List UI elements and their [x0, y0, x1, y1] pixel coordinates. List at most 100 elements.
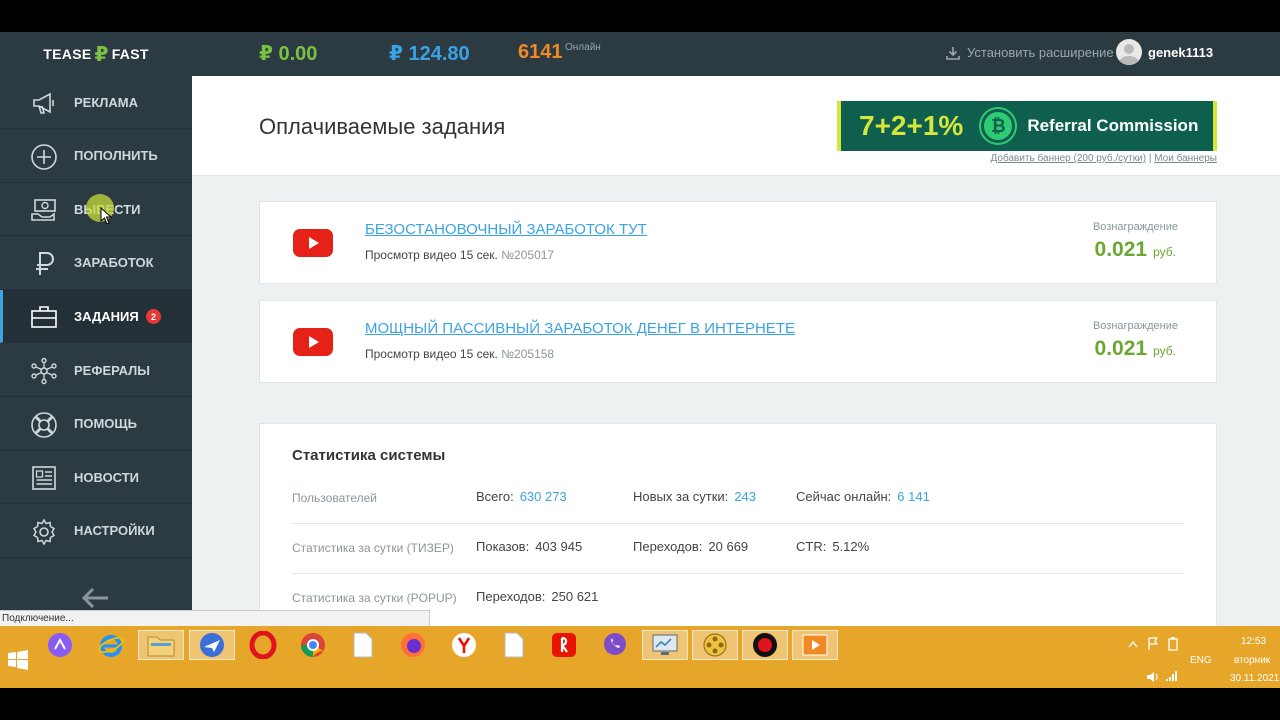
stats-cell: CTR: 5.12%	[796, 539, 869, 554]
sidebar-item-deposit[interactable]: ПОПОЛНИТЬ	[0, 130, 192, 183]
taskbar-file[interactable]	[340, 630, 386, 660]
sidebar-item-label: ЗАДАНИЯ	[74, 308, 139, 324]
taskbar-app[interactable]	[189, 630, 235, 660]
stats-cell: Сейчас онлайн: 6 141	[796, 489, 930, 504]
flag-icon[interactable]	[1147, 637, 1159, 650]
taskbar-media[interactable]	[692, 630, 738, 660]
avatar	[1116, 39, 1142, 65]
add-banner-link[interactable]: Добавить баннер (200 руб./сутки)	[991, 153, 1147, 164]
reward-label: Вознаграждение	[1092, 221, 1178, 233]
keyboard-language[interactable]: ENG	[1190, 655, 1212, 666]
taskbar-alice[interactable]	[37, 630, 83, 660]
collapse-sidebar-arrow-icon[interactable]	[80, 586, 110, 610]
username: genek1113	[1148, 44, 1214, 60]
bitcoin-icon: ₿	[981, 109, 1016, 143]
reward-value: 0.021	[1094, 238, 1148, 261]
taskbar-yandex-browser[interactable]	[441, 630, 487, 660]
tray-expand-icon[interactable]	[1128, 640, 1138, 648]
video-editor-icon	[802, 634, 828, 656]
install-extension-label: Установить расширение	[967, 45, 1114, 60]
sidebar-item-help[interactable]: ПОМОЩЬ	[0, 398, 192, 451]
referral-banner[interactable]: 7+2+1% ₿ Referral Commission	[837, 101, 1217, 151]
monitor-icon	[652, 634, 678, 655]
internet-explorer-icon	[98, 635, 124, 657]
sidebar-item-settings[interactable]: НАСТРОЙКИ	[0, 505, 192, 558]
sidebar-item-tasks[interactable]: ЗАДАНИЯ 2	[0, 290, 192, 344]
taskbar-yandex[interactable]	[541, 630, 587, 660]
sidebar-item-label: ЗАРАБОТОК	[74, 255, 154, 271]
task-card: БЕЗОСТАНОВОЧНЫЙ ЗАРАБОТОК ТУТ Просмотр в…	[259, 201, 1217, 284]
sidebar-item-label: РЕКЛАМА	[74, 94, 139, 110]
sidebar-item-label: НАСТРОЙКИ	[74, 523, 155, 539]
youtube-icon	[293, 229, 333, 257]
reward-currency: руб.	[1153, 344, 1176, 358]
stats-label: Всего:	[476, 489, 514, 504]
stats-row-teaser: Статистика за сутки (ТИЗЕР) Показов: 403 …	[292, 524, 1184, 574]
taskbar-viber[interactable]	[592, 630, 638, 660]
reward-amount: 0.021 руб.	[1095, 337, 1176, 361]
viber-icon	[604, 633, 626, 655]
tasks-count-badge: 2	[146, 309, 161, 325]
taskbar-monitor[interactable]	[642, 630, 688, 660]
youtube-icon	[293, 328, 333, 356]
network-icon	[31, 357, 57, 385]
network-signal-icon[interactable]	[1165, 670, 1179, 682]
logo-ruble-icon: ₽	[94, 43, 109, 66]
newspaper-icon	[32, 466, 56, 490]
reward-currency: руб.	[1153, 245, 1176, 259]
reward-amount: 0.021 руб.	[1095, 238, 1176, 262]
main-balance: ₽ 0.00	[259, 43, 318, 65]
sidebar-item-news[interactable]: НОВОСТИ	[0, 451, 192, 505]
taskbar-video-editor[interactable]	[792, 630, 838, 660]
yandex-browser-icon	[452, 633, 476, 657]
taskbar-firefox[interactable]	[390, 630, 436, 660]
stats-category: Пользователей	[292, 491, 377, 505]
megaphone-icon	[33, 92, 54, 114]
stats-row-users: Пользователей Всего: 630 273 Новых за сут…	[292, 474, 1184, 524]
battery-icon[interactable]	[1166, 637, 1180, 651]
reward-label: Вознаграждение	[1092, 320, 1178, 332]
stats-label: Новых за сутки:	[633, 489, 729, 504]
taskbar-ie[interactable]	[88, 630, 134, 660]
browser-status-bar: Подключение...	[0, 610, 430, 626]
taskbar-recorder[interactable]	[742, 630, 788, 660]
plane-app-icon	[200, 633, 224, 657]
plus-circle-icon	[31, 143, 57, 170]
taskbar-explorer[interactable]	[138, 630, 184, 660]
task-title-link[interactable]: БЕЗОСТАНОВОЧНЫЙ ЗАРАБОТОК ТУТ	[365, 221, 647, 238]
letterbox-bottom	[0, 688, 1280, 720]
film-reel-icon	[703, 633, 727, 657]
sidebar-item-referrals[interactable]: РЕФЕРАЛЫ	[0, 344, 192, 397]
taskbar-file-2[interactable]	[491, 630, 537, 660]
site-logo[interactable]: TEASE ₽ FAST	[0, 32, 192, 76]
app-root: TEASE ₽ FAST ₽ 0.00 ₽ 124.80 6141 Онлайн…	[0, 0, 1280, 720]
sidebar-item-label: РЕФЕРАЛЫ	[74, 362, 151, 378]
stats-category: Статистика за сутки (POPUP)	[292, 591, 457, 605]
task-card: МОЩНЫЙ ПАССИВНЫЙ ЗАРАБОТОК ДЕНЕГ В ИНТЕР…	[259, 300, 1217, 383]
briefcase-icon	[31, 306, 57, 329]
stats-cell: Переходов: 20 669	[633, 539, 748, 554]
stats-value: 250 621	[551, 589, 599, 604]
install-extension-link[interactable]: Установить расширение	[946, 45, 1114, 60]
taskbar-opera[interactable]	[240, 630, 286, 660]
folder-icon	[147, 636, 175, 657]
online-label: Онлайн	[565, 42, 601, 53]
windows-start-icon[interactable]	[8, 650, 28, 670]
task-type: Просмотр видео 15 сек.	[365, 248, 498, 262]
sidebar-item-earnings[interactable]: ЗАРАБОТОК	[0, 237, 192, 290]
logo-text-left: TEASE	[43, 46, 92, 62]
volume-icon[interactable]	[1146, 671, 1160, 683]
my-banners-link[interactable]: Мои баннеры	[1154, 153, 1217, 164]
sidebar-item-advertising[interactable]: РЕКЛАМА	[0, 76, 192, 129]
task-title-link[interactable]: МОЩНЫЙ ПАССИВНЫЙ ЗАРАБОТОК ДЕНЕГ В ИНТЕР…	[365, 320, 795, 337]
opera-icon	[249, 631, 277, 659]
user-menu[interactable]: genek1113	[1116, 39, 1213, 65]
clock-date: 30.11.2021	[1230, 673, 1280, 684]
stats-label: Переходов:	[476, 589, 546, 604]
cash-hand-icon	[31, 199, 56, 221]
clock-time[interactable]: 12:53	[1241, 636, 1266, 647]
stats-label: Переходов:	[633, 539, 703, 554]
stats-title: Статистика системы	[292, 447, 446, 464]
taskbar-chrome[interactable]	[290, 630, 336, 660]
sidebar-item-label: ПОМОЩЬ	[74, 416, 137, 432]
